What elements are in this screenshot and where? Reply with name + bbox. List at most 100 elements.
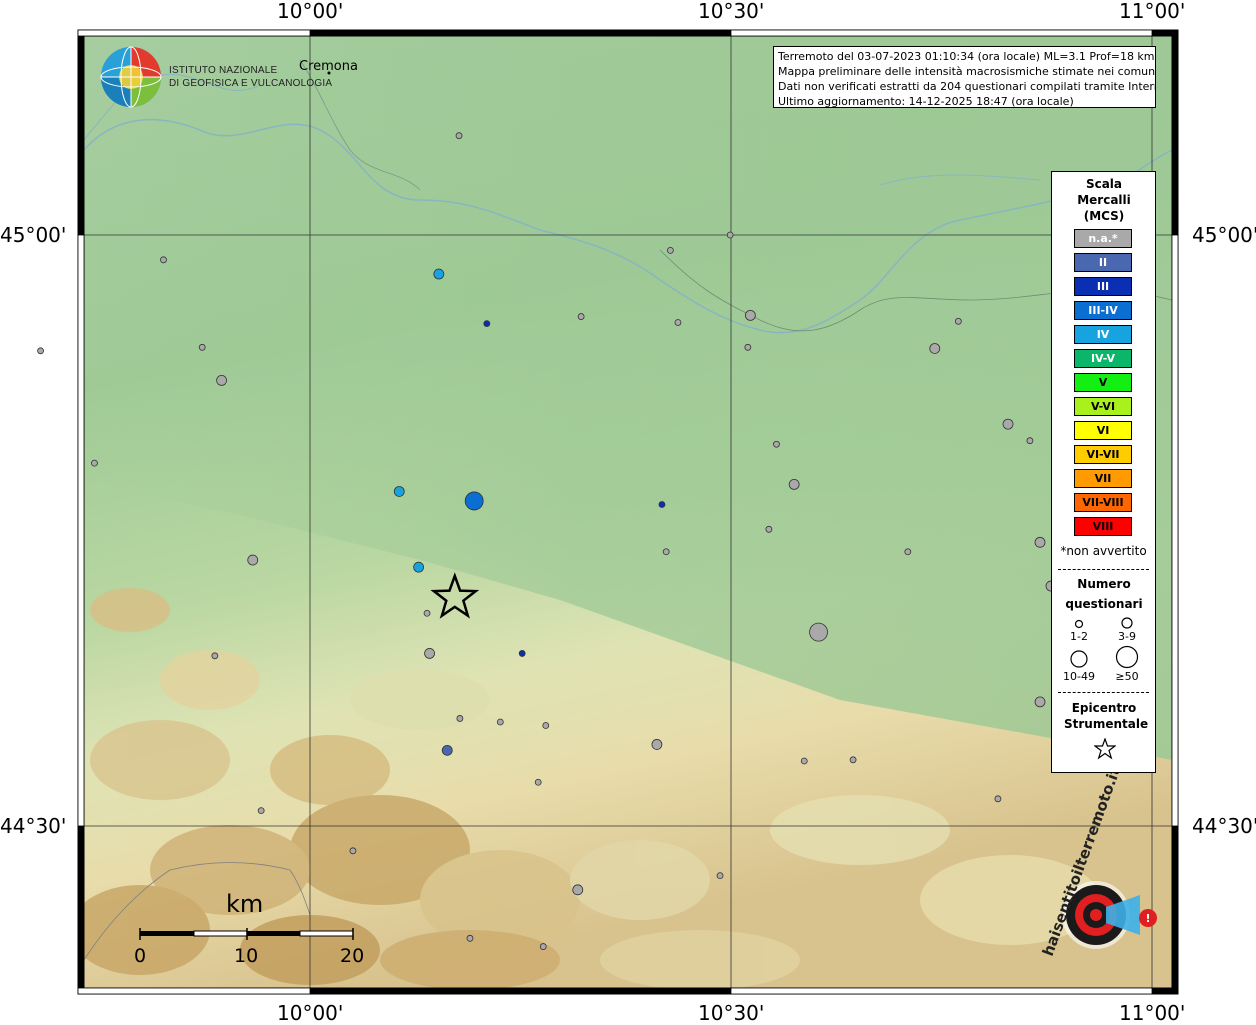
size-symbol-50 bbox=[1115, 645, 1139, 669]
intensity-point-27 bbox=[413, 561, 425, 573]
legend-swatch-vii-viii: VII-VIII bbox=[1074, 493, 1132, 512]
intensity-point-33 bbox=[211, 652, 219, 660]
epicenter-legend-star-icon bbox=[1094, 738, 1116, 760]
intensity-point-25 bbox=[765, 525, 773, 533]
intensity-point-49 bbox=[349, 847, 357, 855]
bottom-lon-label-3: 11°00' bbox=[1119, 1001, 1186, 1025]
intensity-point-51 bbox=[716, 872, 724, 880]
bottom-lon-label-2: 10°30' bbox=[698, 1001, 765, 1025]
intensity-point-43 bbox=[651, 739, 663, 750]
legend-swatch-v-vi: V-VI bbox=[1074, 397, 1132, 416]
legend-swatch-vi: VI bbox=[1074, 421, 1132, 440]
scale-tick-10: 10 bbox=[234, 945, 259, 967]
intensity-point-40 bbox=[542, 722, 550, 729]
svg-text:!: ! bbox=[1145, 912, 1150, 925]
event-info-box: Terremoto del 03-07-2023 01:10:34 (ora l… bbox=[773, 46, 1156, 108]
intensity-point-13 bbox=[37, 347, 44, 355]
event-info-line2: Mappa preliminare delle intensità macros… bbox=[778, 65, 1156, 78]
intensity-point-1 bbox=[666, 246, 674, 254]
right-lat-label-2: 44°30' bbox=[1192, 814, 1256, 838]
intensity-point-35 bbox=[518, 650, 526, 657]
intensity-point-7 bbox=[577, 313, 585, 320]
intensity-point-22 bbox=[464, 491, 484, 511]
intensity-point-3 bbox=[160, 256, 167, 264]
legend-swatch-v: V bbox=[1074, 373, 1132, 392]
intensity-point-0 bbox=[455, 132, 463, 140]
size-label-50: ≥50 bbox=[1115, 670, 1139, 683]
legend-panel: Scala Mercalli (MCS) n.a.* II III III-IV IV I… bbox=[1051, 171, 1156, 773]
intensity-point-41 bbox=[1034, 696, 1046, 708]
right-lat-label-1: 45°00' bbox=[1192, 223, 1256, 247]
size-symbol-10-49 bbox=[1070, 650, 1088, 668]
size-symbol-1-2 bbox=[1074, 619, 1084, 629]
size-symbol-3-9 bbox=[1121, 617, 1133, 629]
intensity-point-34 bbox=[424, 648, 435, 659]
intensity-point-28 bbox=[662, 548, 670, 556]
intensity-point-18 bbox=[1026, 437, 1034, 445]
legend-swatch-viii: VIII bbox=[1074, 517, 1132, 536]
ingv-logo-line2: DI GEOFISICA E VULCANOLOGIA bbox=[169, 78, 333, 89]
event-info-line3: Dati non verificati estratti da 204 ques… bbox=[778, 80, 1156, 93]
intensity-point-52 bbox=[466, 934, 474, 942]
intensity-point-30 bbox=[1034, 536, 1046, 548]
intensity-point-46 bbox=[534, 778, 542, 786]
scale-tick-20: 20 bbox=[340, 945, 365, 967]
event-info-line4: Ultimo aggiornamento: 14-12-2025 18:47 (… bbox=[778, 95, 1074, 108]
intensity-point-24 bbox=[788, 479, 800, 490]
legend-note: *non avvertito bbox=[1060, 544, 1147, 558]
intensity-point-21 bbox=[393, 486, 405, 497]
intensity-point-50 bbox=[572, 884, 584, 896]
intensity-point-38 bbox=[456, 715, 464, 722]
count-legend-title: Numero questionari bbox=[1065, 577, 1143, 611]
legend-separator-1 bbox=[1058, 569, 1149, 570]
ingv-globe-logo bbox=[100, 46, 162, 108]
intensity-point-36 bbox=[809, 622, 828, 642]
intensity-point-26 bbox=[247, 554, 259, 566]
intensity-point-23 bbox=[658, 501, 666, 508]
left-lat-label-1: 45°00' bbox=[0, 223, 67, 247]
legend-swatch-iv-v: IV-V bbox=[1074, 349, 1132, 368]
intensity-point-6 bbox=[483, 320, 491, 328]
intensity-point-32 bbox=[423, 609, 431, 617]
intensity-point-20 bbox=[91, 459, 98, 467]
scale-tick-0: 0 bbox=[134, 945, 147, 967]
legend-swatch-n-a-: n.a.* bbox=[1074, 229, 1132, 248]
legend-swatch-vi-vii: VI-VII bbox=[1074, 445, 1132, 464]
intensity-point-39 bbox=[496, 718, 504, 726]
event-info-line1: Terremoto del 03-07-2023 01:10:34 (ora l… bbox=[778, 50, 1155, 63]
intensity-point-42 bbox=[441, 744, 453, 756]
epicenter-legend-title: Epicentro Strumentale bbox=[1064, 701, 1149, 731]
intensity-point-4 bbox=[433, 268, 445, 280]
intensity-point-5 bbox=[198, 343, 206, 351]
legend-swatch-iii-iv: III-IV bbox=[1074, 301, 1132, 320]
intensity-point-11 bbox=[929, 343, 941, 354]
intensity-point-10 bbox=[744, 343, 752, 351]
intensity-point-14 bbox=[216, 374, 227, 386]
terrain-layer bbox=[84, 36, 1172, 988]
intensity-point-47 bbox=[994, 795, 1002, 803]
intensity-point-53 bbox=[539, 943, 547, 950]
bottom-lon-label-1: 10°00' bbox=[277, 1001, 344, 1025]
left-lat-label-2: 44°30' bbox=[0, 814, 67, 838]
intensity-point-29 bbox=[904, 548, 912, 556]
intensity-point-48 bbox=[257, 807, 265, 815]
intensity-point-45 bbox=[849, 756, 857, 764]
intensity-point-8 bbox=[674, 319, 682, 326]
size-label-3-9: 3-9 bbox=[1118, 630, 1136, 643]
intensity-point-9 bbox=[744, 309, 756, 321]
top-lon-label-3: 11°00' bbox=[1119, 0, 1186, 23]
intensity-point-17 bbox=[1002, 418, 1014, 430]
legend-title: Scala Mercalli (MCS) bbox=[1077, 177, 1131, 223]
legend-swatch-iv: IV bbox=[1074, 325, 1132, 344]
intensity-point-44 bbox=[800, 757, 808, 765]
legend-separator-2 bbox=[1058, 692, 1149, 693]
intensity-point-12 bbox=[954, 317, 962, 325]
scale-unit-label: km bbox=[226, 890, 264, 918]
legend-swatch-iii: III bbox=[1074, 277, 1132, 296]
size-label-1-2: 1-2 bbox=[1070, 630, 1088, 643]
city-label-cremona: Cremona bbox=[299, 59, 358, 74]
top-lon-label-1: 10°00' bbox=[277, 0, 344, 23]
legend-swatch-vii: VII bbox=[1074, 469, 1132, 488]
intensity-point-16 bbox=[773, 440, 780, 448]
size-label-10-49: 10-49 bbox=[1063, 670, 1095, 683]
